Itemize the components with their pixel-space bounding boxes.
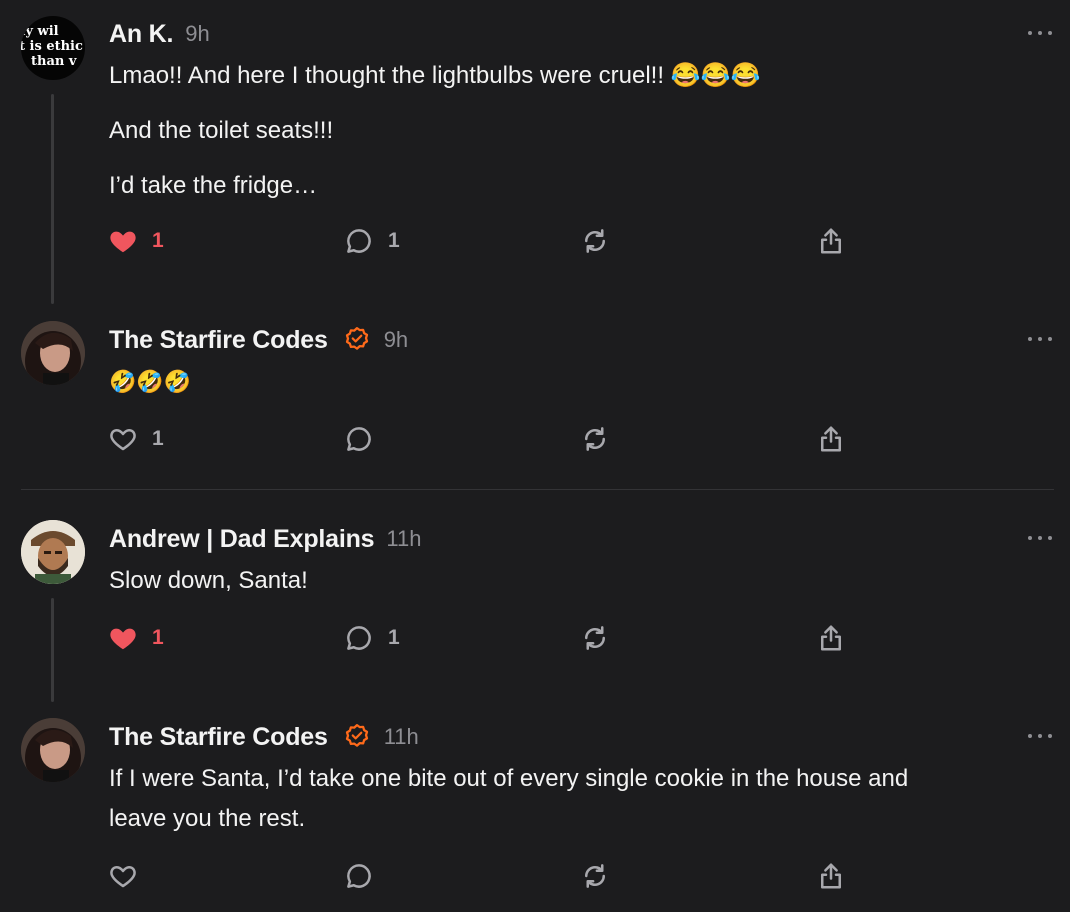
reply-count: 1	[388, 626, 400, 649]
comment-icon	[347, 229, 371, 253]
author-name[interactable]: The Starfire Codes	[109, 326, 328, 355]
post-text-line: If I were Santa, I’d take one bite out o…	[109, 765, 909, 792]
reply-button[interactable]	[344, 860, 388, 892]
thread-divider	[21, 489, 1054, 490]
post-header: Andrew | Dad Explains 11h	[109, 522, 421, 556]
post-text-line: I’d take the fridge…	[109, 172, 318, 199]
like-count: 1	[152, 229, 164, 252]
post-body: 🤣🤣🤣	[109, 362, 1030, 402]
avatar[interactable]	[21, 520, 85, 584]
share-icon	[821, 426, 841, 452]
post-text-line: Lmao!! And here I thought the lightbulbs…	[109, 62, 761, 89]
action-bar: 1	[108, 423, 868, 455]
timestamp[interactable]: 11h	[386, 526, 421, 552]
share-button[interactable]	[816, 225, 846, 257]
author-name[interactable]: An K.	[109, 20, 173, 49]
reply-count: 1	[388, 229, 400, 252]
avatar-photo	[21, 321, 85, 385]
like-button[interactable]: 1	[108, 225, 164, 257]
share-icon	[821, 228, 841, 254]
reply-button[interactable]: 1	[344, 622, 400, 654]
author-name[interactable]: Andrew | Dad Explains	[109, 525, 375, 554]
thread-line	[51, 598, 54, 702]
verified-badge-icon	[342, 325, 372, 355]
repost-button[interactable]	[580, 860, 610, 892]
post-text-line: 🤣🤣🤣	[109, 369, 192, 394]
repost-button[interactable]	[580, 622, 610, 654]
post-header: The Starfire Codes 9h	[109, 323, 408, 357]
heart-icon	[110, 866, 136, 888]
svg-text:ay wil: ay wil	[21, 24, 59, 39]
post-header: An K. 9h	[109, 17, 210, 51]
svg-text:than v: than v	[31, 54, 77, 69]
repost-icon	[584, 427, 606, 451]
more-icon[interactable]	[1028, 731, 1052, 741]
svg-text:t is ethic: t is ethic	[21, 39, 83, 54]
action-bar: 1 1	[108, 622, 868, 654]
repost-icon	[584, 626, 606, 650]
repost-icon	[584, 864, 606, 888]
share-icon	[821, 863, 841, 889]
post-body: If I were Santa, I’d take one bite out o…	[109, 759, 1030, 839]
repost-button[interactable]	[580, 423, 610, 455]
post-header: The Starfire Codes 11h	[109, 720, 419, 754]
avatar-photo	[21, 718, 85, 782]
verified-badge-icon	[342, 722, 372, 752]
timestamp[interactable]: 9h	[384, 327, 408, 353]
avatar[interactable]	[21, 718, 85, 782]
action-bar: 1 1	[108, 225, 868, 257]
like-button[interactable]: 1	[108, 622, 164, 654]
like-count: 1	[152, 626, 164, 649]
post-text-line: leave you the rest.	[109, 805, 306, 832]
post-text-line: Slow down, Santa!	[109, 567, 308, 594]
like-count: 1	[152, 427, 164, 450]
heart-icon	[110, 429, 136, 451]
post-body: Lmao!! And here I thought the lightbulbs…	[109, 56, 1030, 206]
avatar[interactable]: ay wil t is ethic than v	[21, 16, 85, 80]
like-button[interactable]	[108, 860, 152, 892]
author-name[interactable]: The Starfire Codes	[109, 723, 328, 752]
comment-icon	[347, 864, 371, 888]
share-button[interactable]	[816, 423, 846, 455]
more-icon[interactable]	[1028, 533, 1052, 543]
share-button[interactable]	[816, 860, 846, 892]
post-body: Slow down, Santa!	[109, 561, 1030, 601]
action-bar	[108, 860, 868, 892]
avatar-illustration	[21, 520, 85, 584]
heart-icon	[110, 231, 136, 253]
repost-icon	[584, 229, 606, 253]
reply-button[interactable]: 1	[344, 225, 400, 257]
timestamp[interactable]: 11h	[384, 724, 419, 750]
comment-icon	[347, 626, 371, 650]
share-icon	[821, 625, 841, 651]
post-text-line: And the toilet seats!!!	[109, 117, 334, 144]
like-button[interactable]: 1	[108, 423, 164, 455]
share-button[interactable]	[816, 622, 846, 654]
timestamp[interactable]: 9h	[185, 21, 209, 47]
comment-icon	[347, 427, 371, 451]
avatar[interactable]	[21, 321, 85, 385]
more-icon[interactable]	[1028, 28, 1052, 38]
thread-line	[51, 94, 54, 304]
repost-button[interactable]	[580, 225, 610, 257]
avatar-text-image: ay wil t is ethic than v	[21, 24, 83, 69]
more-icon[interactable]	[1028, 334, 1052, 344]
reply-button[interactable]	[344, 423, 388, 455]
heart-icon	[110, 628, 136, 650]
